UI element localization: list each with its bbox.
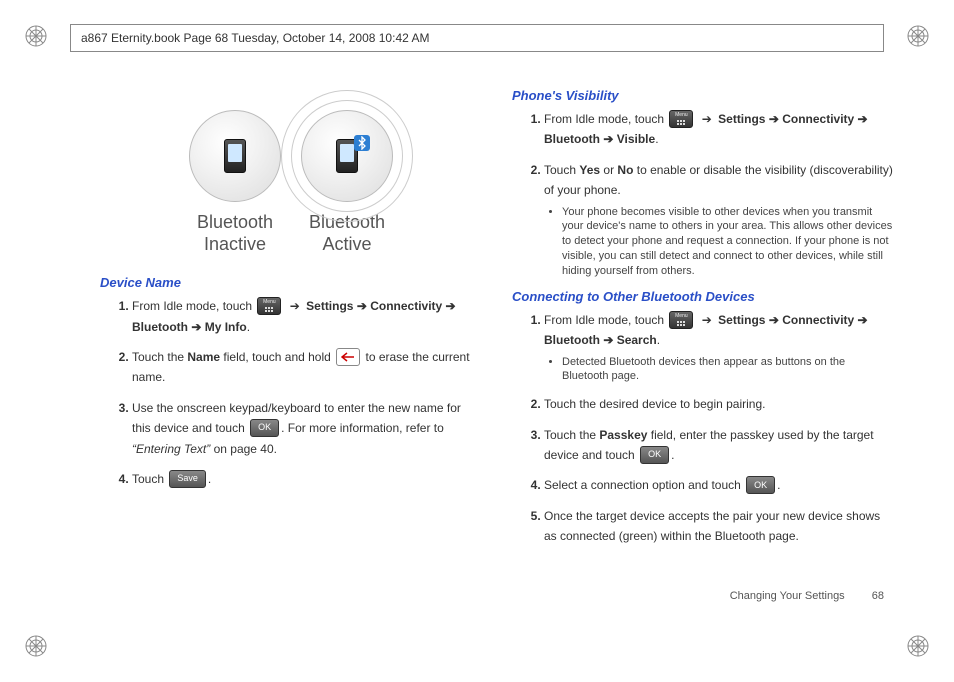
- ornament-bottom-left: [24, 634, 48, 658]
- bluetooth-figure: Bluetooth Inactive Bluetooth Active: [100, 110, 482, 255]
- device-name-step-2: Touch the Name field, touch and hold to …: [132, 347, 482, 388]
- bluetooth-badge-icon: [354, 135, 370, 151]
- right-column: Phone's Visibility From Idle mode, touch…: [512, 80, 894, 622]
- save-button-icon: Save: [169, 470, 206, 488]
- visibility-step-2: Touch Yes or No to enable or disable the…: [544, 160, 894, 279]
- connecting-step-5: Once the target device accepts the pair …: [544, 506, 894, 547]
- back-arrow-icon: [336, 348, 360, 366]
- ornament-bottom-right: [906, 634, 930, 658]
- menu-icon: Menu: [669, 311, 693, 329]
- connecting-step-3: Touch the Passkey field, enter the passk…: [544, 425, 894, 466]
- footer-page-number: 68: [872, 590, 884, 602]
- connecting-bullet-1: Detected Bluetooth devices then appear a…: [562, 355, 894, 385]
- bluetooth-inactive-label: Bluetooth Inactive: [197, 212, 273, 255]
- heading-device-name: Device Name: [100, 275, 482, 290]
- bluetooth-active-icon: [301, 110, 393, 202]
- visibility-bullet-1: Your phone becomes visible to other devi…: [562, 205, 894, 279]
- visibility-step-1: From Idle mode, touch Menu ➔ Settings ➔ …: [544, 109, 894, 150]
- ok-button-icon: OK: [746, 476, 775, 494]
- running-header-text: a867 Eternity.book Page 68 Tuesday, Octo…: [81, 31, 429, 45]
- heading-connecting: Connecting to Other Bluetooth Devices: [512, 289, 894, 304]
- device-name-step-3: Use the onscreen keypad/keyboard to ente…: [132, 398, 482, 459]
- menu-icon: Menu: [669, 110, 693, 128]
- bluetooth-active-item: Bluetooth Active: [301, 110, 393, 255]
- phone-icon: [224, 139, 246, 173]
- connecting-step-4: Select a connection option and touch OK.: [544, 475, 894, 495]
- ok-button-icon: OK: [250, 419, 279, 437]
- left-column: Bluetooth Inactive Bluetooth Active Devi…: [100, 80, 482, 622]
- footer-section-label: Changing Your Settings: [730, 590, 845, 602]
- menu-icon: Menu: [257, 297, 281, 315]
- bluetooth-inactive-icon: [189, 110, 281, 202]
- running-header: a867 Eternity.book Page 68 Tuesday, Octo…: [70, 24, 884, 52]
- ornament-top-left: [24, 24, 48, 48]
- connecting-step-1: From Idle mode, touch Menu ➔ Settings ➔ …: [544, 310, 894, 384]
- ornament-top-right: [906, 24, 930, 48]
- bluetooth-inactive-item: Bluetooth Inactive: [189, 110, 281, 255]
- phone-icon: [336, 139, 358, 173]
- heading-phone-visibility: Phone's Visibility: [512, 88, 894, 103]
- connecting-step-2: Touch the desired device to begin pairin…: [544, 394, 894, 414]
- ok-button-icon: OK: [640, 446, 669, 464]
- page-footer: Changing Your Settings 68: [730, 590, 884, 602]
- device-name-step-4: Touch Save.: [132, 469, 482, 489]
- device-name-step-1: From Idle mode, touch Menu ➔ Settings ➔ …: [132, 296, 482, 337]
